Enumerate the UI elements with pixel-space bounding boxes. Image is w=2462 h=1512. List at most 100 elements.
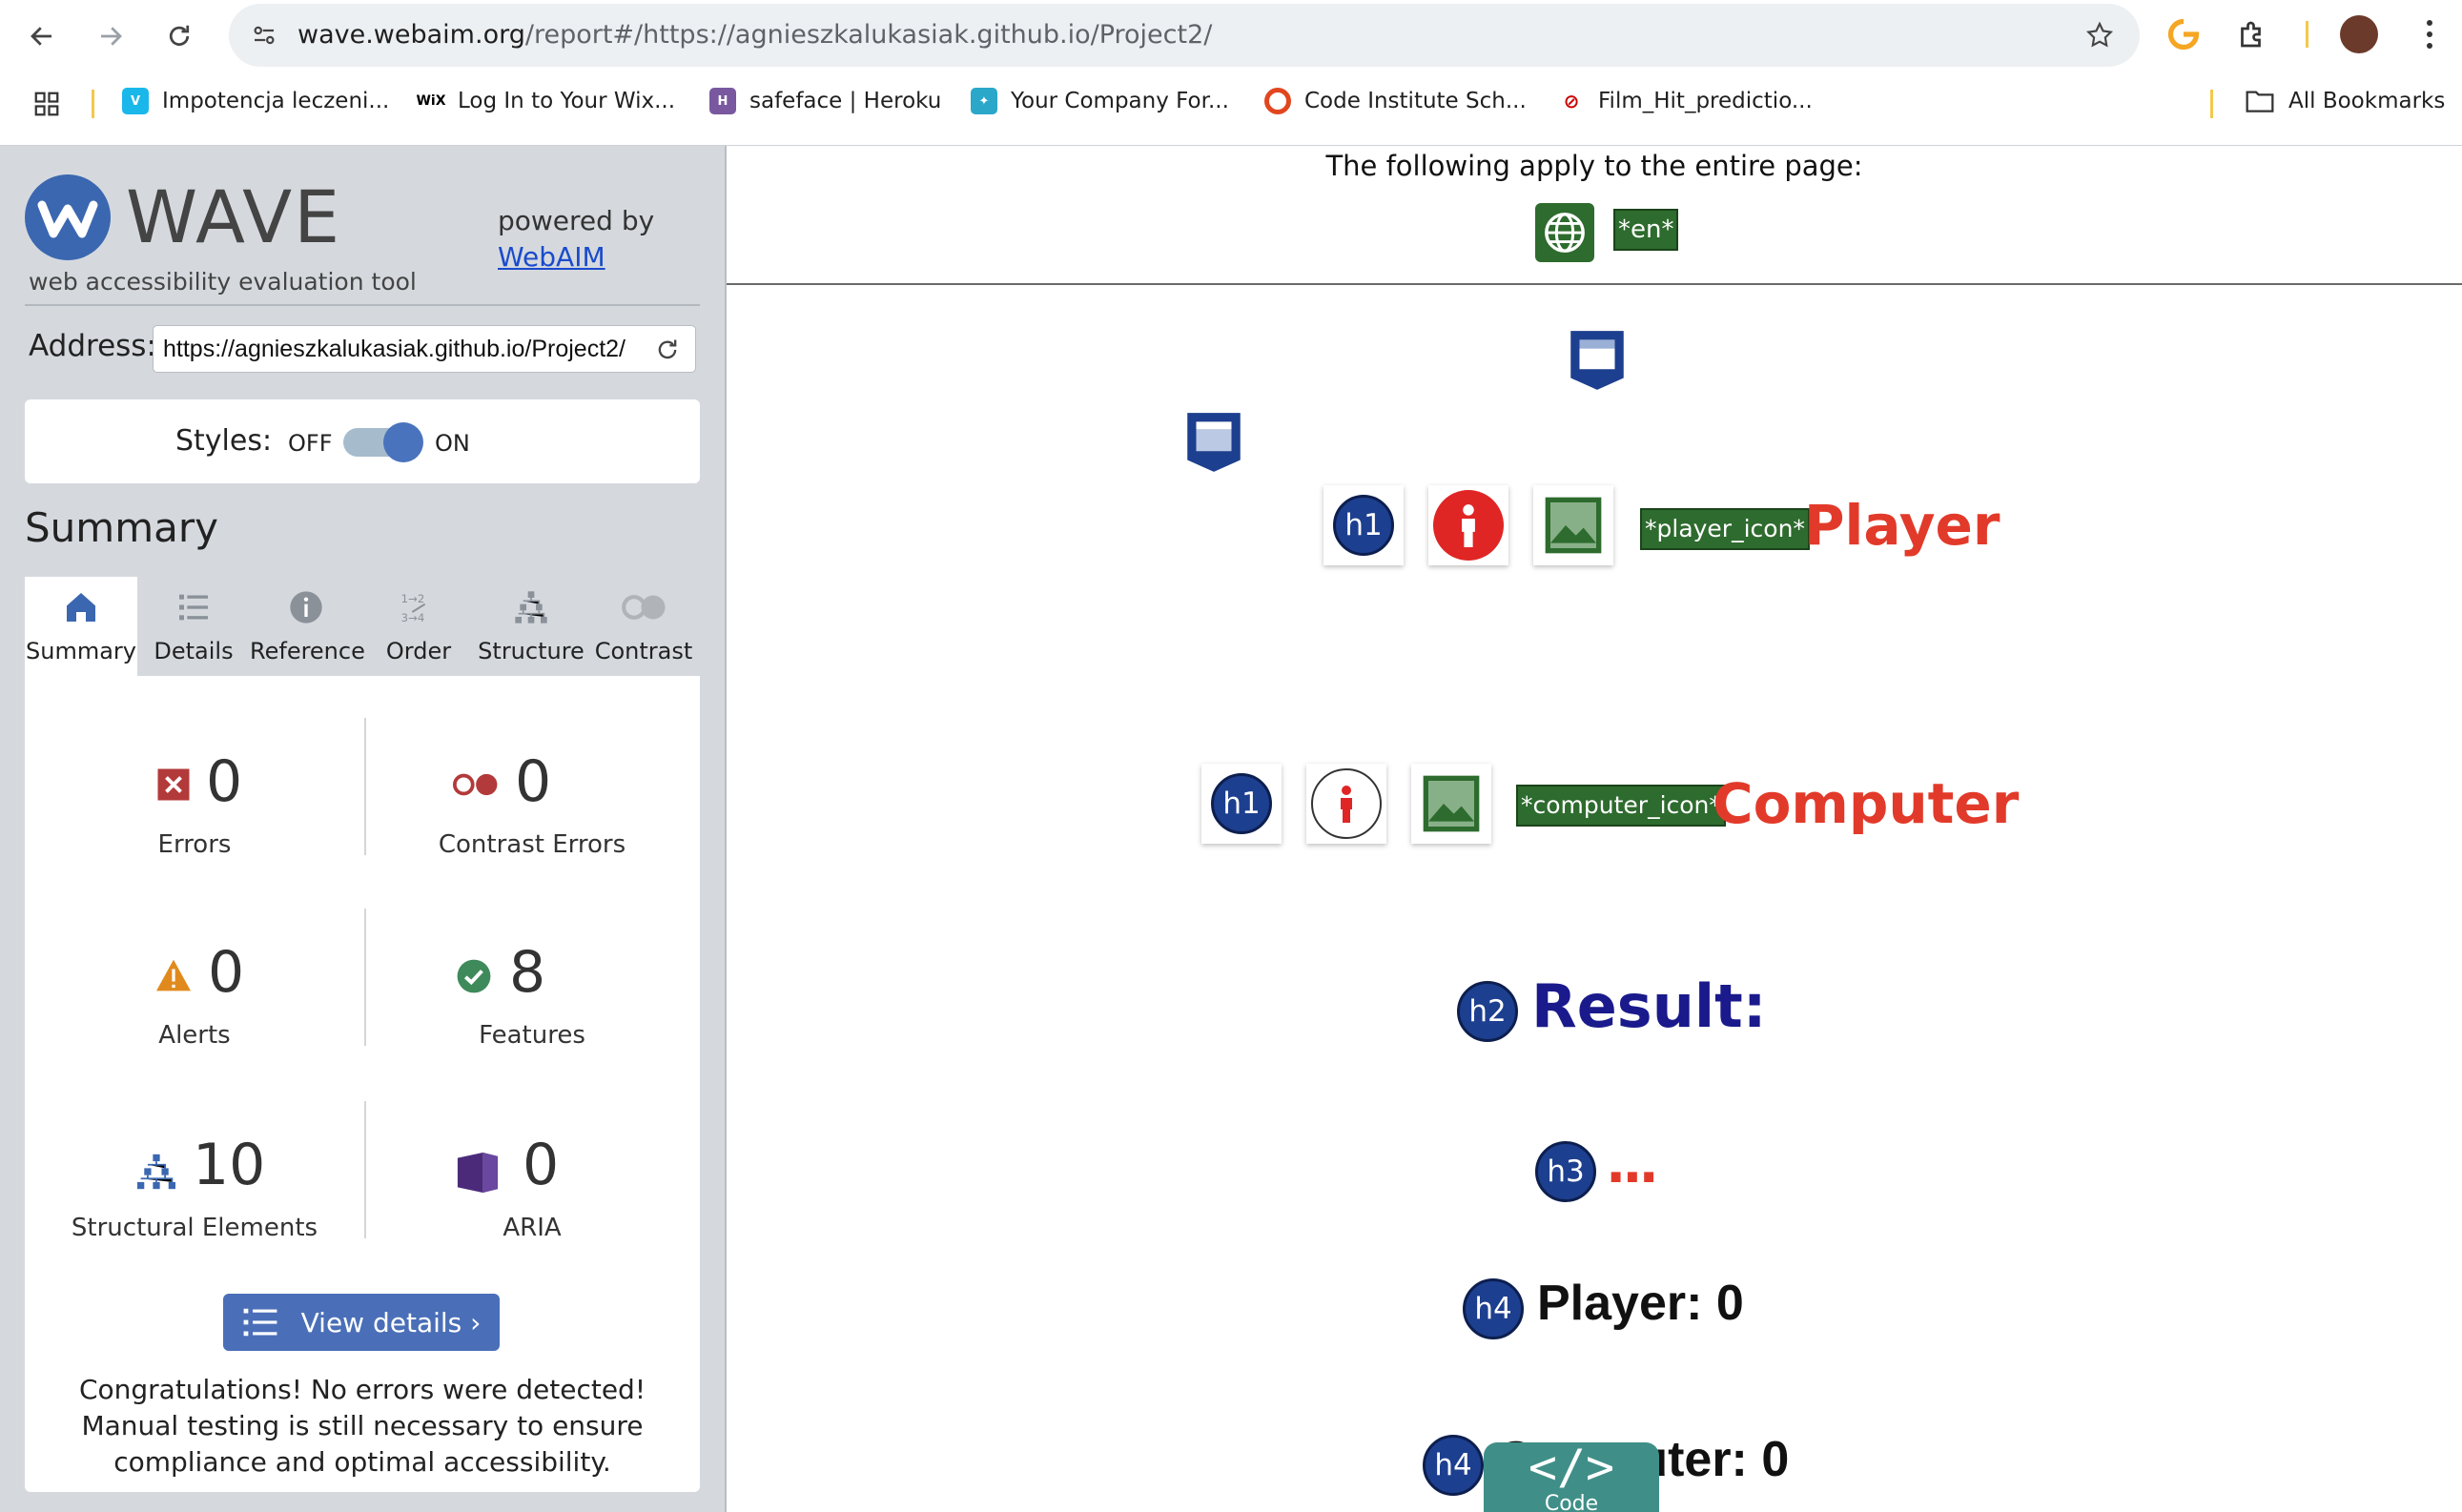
image-icon: [1545, 497, 1602, 554]
error-icon: [157, 768, 190, 801]
url-text[interactable]: wave.webaim.org/report#/https://agnieszk…: [297, 4, 1212, 67]
image-icon: [1423, 775, 1480, 832]
arrow-right-icon: [101, 27, 122, 46]
aria-count: 0: [523, 1132, 560, 1198]
styles-toggle[interactable]: [343, 422, 423, 462]
menu-kebab-icon[interactable]: [2412, 17, 2447, 51]
site-settings-icon[interactable]: [250, 21, 278, 50]
tab-label: Order: [385, 638, 452, 664]
h2-heading-badge[interactable]: h2: [1457, 981, 1518, 1042]
bookmark-label: Log In to Your Wix...: [458, 89, 676, 113]
h3-heading-badge[interactable]: h3: [1535, 1141, 1596, 1202]
apps-grid-icon[interactable]: [32, 90, 61, 122]
player-score: Player: 0: [1537, 1276, 1744, 1331]
bookmark-label: safeface | Heroku: [749, 89, 942, 113]
reload-button[interactable]: [156, 13, 202, 59]
code-icon: </>: [1528, 1440, 1615, 1495]
report-page: The following apply to the entire page: …: [727, 146, 2462, 1512]
contrast-error-icon: [452, 773, 498, 796]
view-details-label: View details ›: [300, 1306, 482, 1338]
toolbar-divider: [2306, 21, 2308, 48]
bookmarks-divider: [92, 90, 94, 118]
styles-label: Styles:: [175, 424, 273, 458]
all-bookmarks[interactable]: All Bookmarks: [2245, 82, 2445, 120]
address-reload-icon[interactable]: [654, 337, 681, 363]
person-icon: [1311, 768, 1382, 839]
address-input[interactable]: https://agnieszkalukasiak.github.io/Proj…: [153, 325, 696, 373]
webaim-link[interactable]: WebAIM: [498, 241, 605, 273]
wave-subtitle: web accessibility evaluation tool: [29, 268, 417, 296]
vimeo-icon: V: [122, 88, 149, 114]
h1-heading-badge[interactable]: h1: [1201, 764, 1282, 844]
code-toggle-button[interactable]: </> Code: [1484, 1442, 1659, 1512]
computer-person-card[interactable]: [1306, 764, 1386, 844]
address-bar[interactable]: wave.webaim.org/report#/https://agnieszk…: [229, 4, 2140, 67]
player-alt-label[interactable]: *player_icon*: [1640, 508, 1810, 550]
features-label: Features: [479, 1021, 585, 1050]
address-label: Address:: [29, 329, 156, 363]
summary-heading: Summary: [25, 504, 218, 551]
tab-label: Details: [154, 638, 234, 664]
home-icon: [67, 593, 95, 622]
bookmark-item[interactable]: ✦ Your Company For...: [971, 82, 1229, 120]
back-button[interactable]: [19, 13, 65, 59]
view-details-button[interactable]: View details ›: [223, 1294, 500, 1351]
styles-panel: Styles: OFF ON: [25, 399, 700, 483]
alert-icon: [156, 959, 191, 991]
tab-order[interactable]: 1→2 3→4 Order: [362, 577, 475, 676]
browser-chrome: wave.webaim.org/report#/https://agnieszk…: [0, 0, 2462, 146]
player-person-card[interactable]: [1428, 485, 1508, 565]
contrast-icon: [622, 595, 666, 620]
tab-structure[interactable]: Structure: [475, 577, 587, 676]
ring-icon: [1264, 88, 1291, 114]
bookmark-item[interactable]: V Impotencja leczeni...: [122, 82, 389, 120]
header-region-icon[interactable]: [1562, 325, 1632, 396]
tab-reference[interactable]: Reference: [250, 577, 365, 676]
extension-g-icon[interactable]: [2166, 17, 2201, 51]
tab-contrast[interactable]: Contrast: [587, 577, 700, 676]
list-icon: [179, 594, 208, 621]
contrast-errors-label: Contrast Errors: [438, 830, 626, 859]
structural-label: Structural Elements: [71, 1214, 318, 1242]
sidebar-divider: [25, 304, 700, 306]
info-icon: [290, 591, 322, 623]
computer-alt-label[interactable]: *computer_icon*: [1516, 785, 1726, 827]
tab-details[interactable]: Details: [137, 577, 250, 676]
person-icon: [1433, 490, 1504, 561]
url-host: wave.webaim.org: [297, 20, 525, 50]
bookmark-label: Film_Hit_predictio...: [1598, 89, 1813, 113]
h4-heading-badge[interactable]: h4: [1423, 1435, 1484, 1496]
computer-heading: Computer: [1713, 771, 2020, 836]
bookmark-item[interactable]: H safeface | Heroku: [709, 82, 941, 120]
h4-heading-badge[interactable]: h4: [1463, 1278, 1524, 1339]
styles-off-label: OFF: [288, 430, 333, 457]
bookmark-item[interactable]: ⊘ Film_Hit_predictio...: [1558, 82, 1813, 120]
wave-title: WAVE: [126, 174, 342, 259]
page-wide-band: The following apply to the entire page: …: [727, 146, 2462, 285]
contrast-errors-count: 0: [515, 748, 552, 815]
congrats-message: Congratulations! No errors were detected…: [78, 1374, 646, 1478]
player-heading: Player: [1804, 493, 2000, 558]
image-alt-card[interactable]: [1411, 764, 1491, 844]
extensions-puzzle-icon[interactable]: [2235, 17, 2269, 51]
errors-count: 0: [206, 748, 243, 815]
language-label[interactable]: *en*: [1613, 209, 1679, 251]
star-icon[interactable]: [2084, 20, 2115, 51]
tab-summary[interactable]: Summary: [25, 577, 137, 676]
language-globe-icon[interactable]: [1535, 203, 1594, 262]
structure-elements-icon: [137, 1154, 175, 1190]
features-count: 8: [509, 939, 546, 1006]
result-heading: Result:: [1531, 971, 1767, 1041]
main-region-icon[interactable]: [1179, 407, 1249, 478]
bookmark-label: Your Company For...: [1011, 89, 1229, 113]
forward-button[interactable]: [88, 13, 133, 59]
alerts-count: 0: [208, 939, 245, 1006]
feature-check-icon: [457, 959, 491, 993]
h1-heading-badge[interactable]: h1: [1323, 485, 1404, 565]
bookmark-item[interactable]: Code Institute Sch...: [1264, 82, 1527, 120]
profile-avatar[interactable]: [2340, 15, 2378, 53]
wave-logo-icon: [25, 174, 111, 260]
image-alt-card[interactable]: [1533, 485, 1613, 565]
bookmark-item[interactable]: WiX Log In to Your Wix...: [416, 82, 676, 120]
alerts-label: Alerts: [158, 1021, 231, 1050]
